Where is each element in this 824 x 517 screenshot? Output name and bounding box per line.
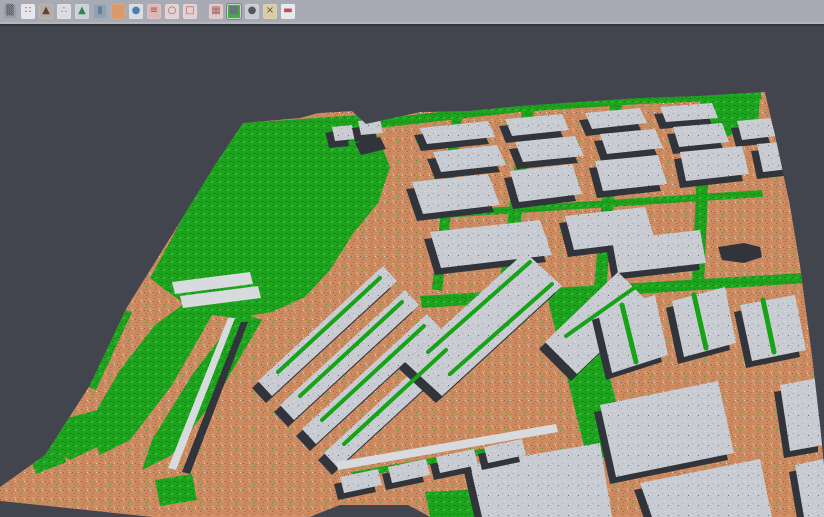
profile-icon[interactable]: ▮ — [93, 4, 107, 19]
flag-icon-glyph: ▬ — [283, 6, 292, 16]
classify-icon-glyph: ∷ — [25, 6, 31, 16]
circle-select-icon[interactable]: ○ — [165, 4, 179, 19]
measure-icon[interactable]: × — [263, 4, 277, 19]
terrain-icon[interactable]: ▲ — [39, 4, 53, 19]
point-cloud-icon[interactable]: ▒ — [3, 4, 17, 19]
flag-icon[interactable]: ▬ — [281, 4, 295, 19]
point-cloud-icon-glyph: ▒ — [6, 6, 14, 16]
rect-select-icon-glyph: □ — [185, 6, 194, 16]
classified-map-icon[interactable]: ▩ — [227, 4, 241, 19]
grid-icon-glyph: ▦ — [211, 6, 220, 16]
measure-icon-glyph: × — [266, 6, 274, 16]
profile-icon-glyph: ▮ — [97, 6, 103, 16]
globe-icon[interactable]: ● — [245, 4, 259, 19]
terrain-icon-glyph: ▲ — [42, 6, 50, 16]
rect-select-icon[interactable]: □ — [183, 4, 197, 19]
application-window: ▒ ∷ ▲ ∴ ▲ ▮ ● ≡ ○ □ ▦ ▩ ● × ▬ — [0, 0, 824, 517]
sphere-icon-glyph: ● — [132, 6, 141, 16]
globe-icon-glyph: ● — [248, 6, 257, 16]
viewport-3d[interactable] — [0, 26, 824, 517]
classify-icon[interactable]: ∷ — [21, 4, 35, 19]
points-select-icon[interactable]: ∴ — [57, 4, 71, 19]
classified-map-icon-glyph: ▩ — [229, 6, 238, 16]
layers-icon[interactable]: ≡ — [147, 4, 161, 19]
sphere-icon[interactable]: ● — [129, 4, 143, 19]
surface-icon[interactable]: ▲ — [75, 4, 89, 19]
points-select-icon-glyph: ∴ — [61, 6, 67, 16]
point-cloud-scene[interactable] — [0, 26, 824, 517]
surface-icon-glyph: ▲ — [78, 6, 86, 16]
layers-icon-glyph: ≡ — [150, 6, 158, 16]
circle-select-icon-glyph: ○ — [168, 6, 177, 16]
main-toolbar: ▒ ∷ ▲ ∴ ▲ ▮ ● ≡ ○ □ ▦ ▩ ● × ▬ — [0, 0, 824, 24]
grid-icon[interactable]: ▦ — [209, 4, 223, 19]
ortho-icon[interactable] — [111, 4, 125, 19]
